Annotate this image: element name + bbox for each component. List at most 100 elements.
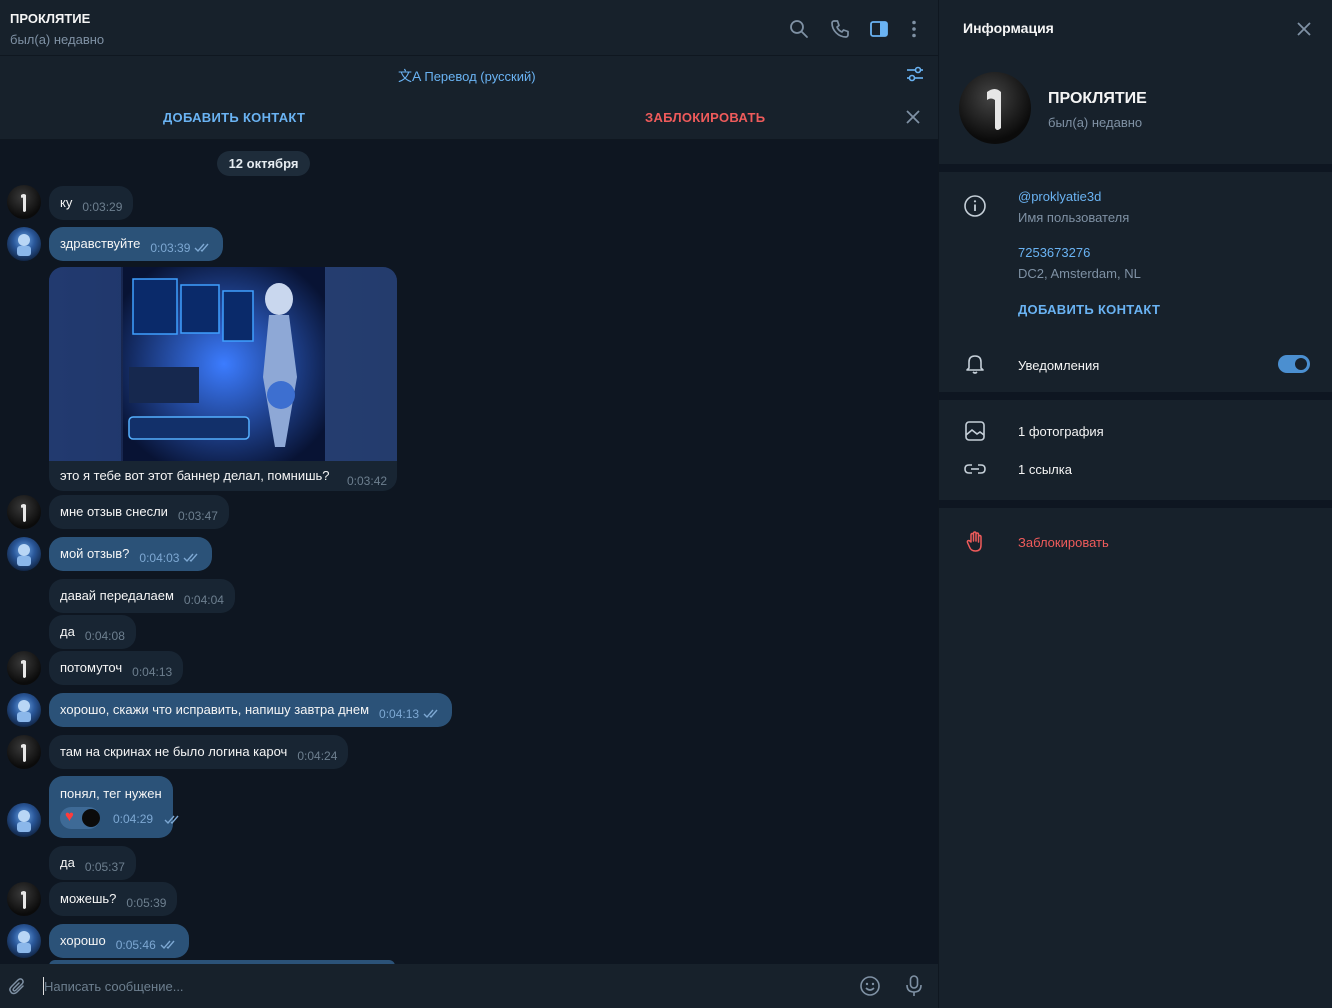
message-composer [0,964,938,1008]
profile-status: был(а) недавно [1048,115,1143,130]
search-icon[interactable] [788,18,810,40]
username-link[interactable]: @proklyatie3d [1018,189,1101,204]
avatar[interactable] [7,537,41,571]
translate-button[interactable]: 文A Перевод (русский) [398,66,536,86]
message-outgoing[interactable]: хорошо, скажи что исправить, напишу завт… [49,693,453,727]
telegram-window: ПРОКЛЯТИЕ был(а) недавно 文A Перевод (русс… [0,0,1332,1008]
bell-icon [966,355,984,374]
message-time: 0:05:39 [126,896,167,910]
message-time: 0:03:39 [150,241,191,255]
read-checkmarks-icon [423,709,438,719]
message-footer: ♥ 0:04:29 [60,807,179,829]
avatar[interactable] [7,882,41,916]
info-panel-title: Информация [963,20,1054,36]
message-incoming[interactable]: там на скринах не было логина кароч 0:04:… [49,735,349,769]
message-text: да [60,624,75,639]
avatar[interactable] [7,651,41,685]
date-separator: 12 октября [217,151,310,176]
close-icon[interactable] [1295,20,1313,38]
attach-icon[interactable] [8,977,28,997]
avatar[interactable] [7,185,41,219]
message-text: можешь? [60,891,117,906]
chat-title[interactable]: ПРОКЛЯТИЕ [10,11,90,26]
username-label: Имя пользователя [1018,210,1130,225]
avatar[interactable] [7,924,41,958]
message-time: 0:03:42 [347,474,388,488]
avatar[interactable] [7,735,41,769]
message-outgoing[interactable]: понял, тег нужен ♥ 0:04:29 [49,776,179,838]
avatar[interactable] [7,227,41,261]
message-input[interactable] [44,976,804,996]
message-text: да [60,855,75,870]
message-outgoing[interactable]: здравствуйте 0:03:39 [49,227,224,261]
message-text: это я тебе вот этот баннер делал, помниш… [60,468,330,483]
message-outgoing[interactable]: мой отзыв? 0:04:03 [49,537,213,571]
message-time: 0:04:13 [379,707,420,721]
message-incoming[interactable]: да 0:05:37 [49,846,136,880]
message-time: 0:03:29 [82,200,123,214]
emoji-icon[interactable] [859,975,881,997]
sidebar-toggle-icon[interactable] [868,18,890,40]
message-incoming[interactable]: давай передалаем 0:04:04 [49,579,235,613]
read-checkmarks-icon [183,553,198,563]
section-divider [939,164,1332,172]
close-icon[interactable] [903,107,923,127]
shared-links-item[interactable]: 1 ссылка [1018,462,1072,477]
chat-status: был(а) недавно [10,32,105,47]
profile-avatar[interactable] [959,72,1031,144]
user-id[interactable]: 7253673276 [1018,245,1090,260]
read-checkmarks-icon [160,940,175,950]
message-time: 0:03:47 [177,509,218,523]
chat-header: ПРОКЛЯТИЕ был(а) недавно [0,0,938,56]
message-time: 0:04:29 [113,812,154,826]
add-contact-button[interactable]: ДОБАВИТЬ КОНТАКТ [1018,302,1160,317]
message-incoming[interactable]: ку 0:03:29 [49,186,134,220]
block-button[interactable]: ЗАБЛОКИРОВАТЬ [645,110,765,125]
add-contact-button[interactable]: ДОБАВИТЬ КОНТАКТ [163,110,305,125]
avatar[interactable] [7,495,41,529]
message-incoming-photo[interactable]: это я тебе вот этот баннер делал, помниш… [49,267,397,491]
message-text: там на скринах не было логина кароч [60,744,288,759]
message-text: хорошо [60,933,106,948]
chat-area: ПРОКЛЯТИЕ был(а) недавно 文A Перевод (русс… [0,0,938,1008]
message-incoming[interactable]: потомуточ 0:04:13 [49,651,184,685]
message-time: 0:04:04 [183,593,224,607]
notifications-toggle[interactable] [1278,355,1310,373]
more-menu-icon[interactable] [903,18,925,40]
message-outgoing[interactable]: хорошо 0:05:46 [49,924,189,958]
message-text: потомуточ [60,660,123,675]
banner-photo[interactable] [49,267,397,461]
translate-label: Перевод (русский) [424,69,536,84]
message-incoming[interactable]: да 0:04:08 [49,615,136,649]
message-text: здравствуйте [60,236,141,251]
message-text: мой отзыв? [60,546,130,561]
message-time: 0:05:37 [84,860,125,874]
text-cursor [43,977,44,995]
contact-action-bar: ДОБАВИТЬ КОНТАКТ ЗАБЛОКИРОВАТЬ [0,94,938,140]
avatar[interactable] [7,693,41,727]
message-incoming[interactable]: можешь? 0:05:39 [49,882,178,916]
translate-settings-icon[interactable] [905,65,925,83]
shared-photos-item[interactable]: 1 фотография [1018,424,1104,439]
message-text: хорошо, скажи что исправить, напишу завт… [60,702,370,717]
notifications-label: Уведомления [1018,358,1100,373]
reaction-heart-icon[interactable]: ♥ [60,807,100,829]
read-checkmarks-icon [164,815,179,825]
phone-icon[interactable] [829,18,851,40]
datacenter-label: DC2, Amsterdam, NL [1018,266,1141,281]
section-divider [939,392,1332,400]
microphone-icon[interactable] [903,974,925,998]
message-time: 0:04:13 [132,665,173,679]
message-time: 0:04:24 [297,749,338,763]
photo-icon [965,421,985,441]
translate-icon: 文A [398,68,422,84]
block-user-button[interactable]: Заблокировать [1018,535,1109,550]
section-divider [939,500,1332,508]
message-incoming[interactable]: мне отзыв снесли 0:03:47 [49,495,229,529]
translate-bar: 文A Перевод (русский) [0,56,938,94]
message-time: 0:04:03 [139,551,180,565]
read-checkmarks-icon [194,243,209,253]
message-text: мне отзыв снесли [60,504,168,519]
avatar[interactable] [7,803,41,837]
message-text: понял, тег нужен [60,786,162,801]
